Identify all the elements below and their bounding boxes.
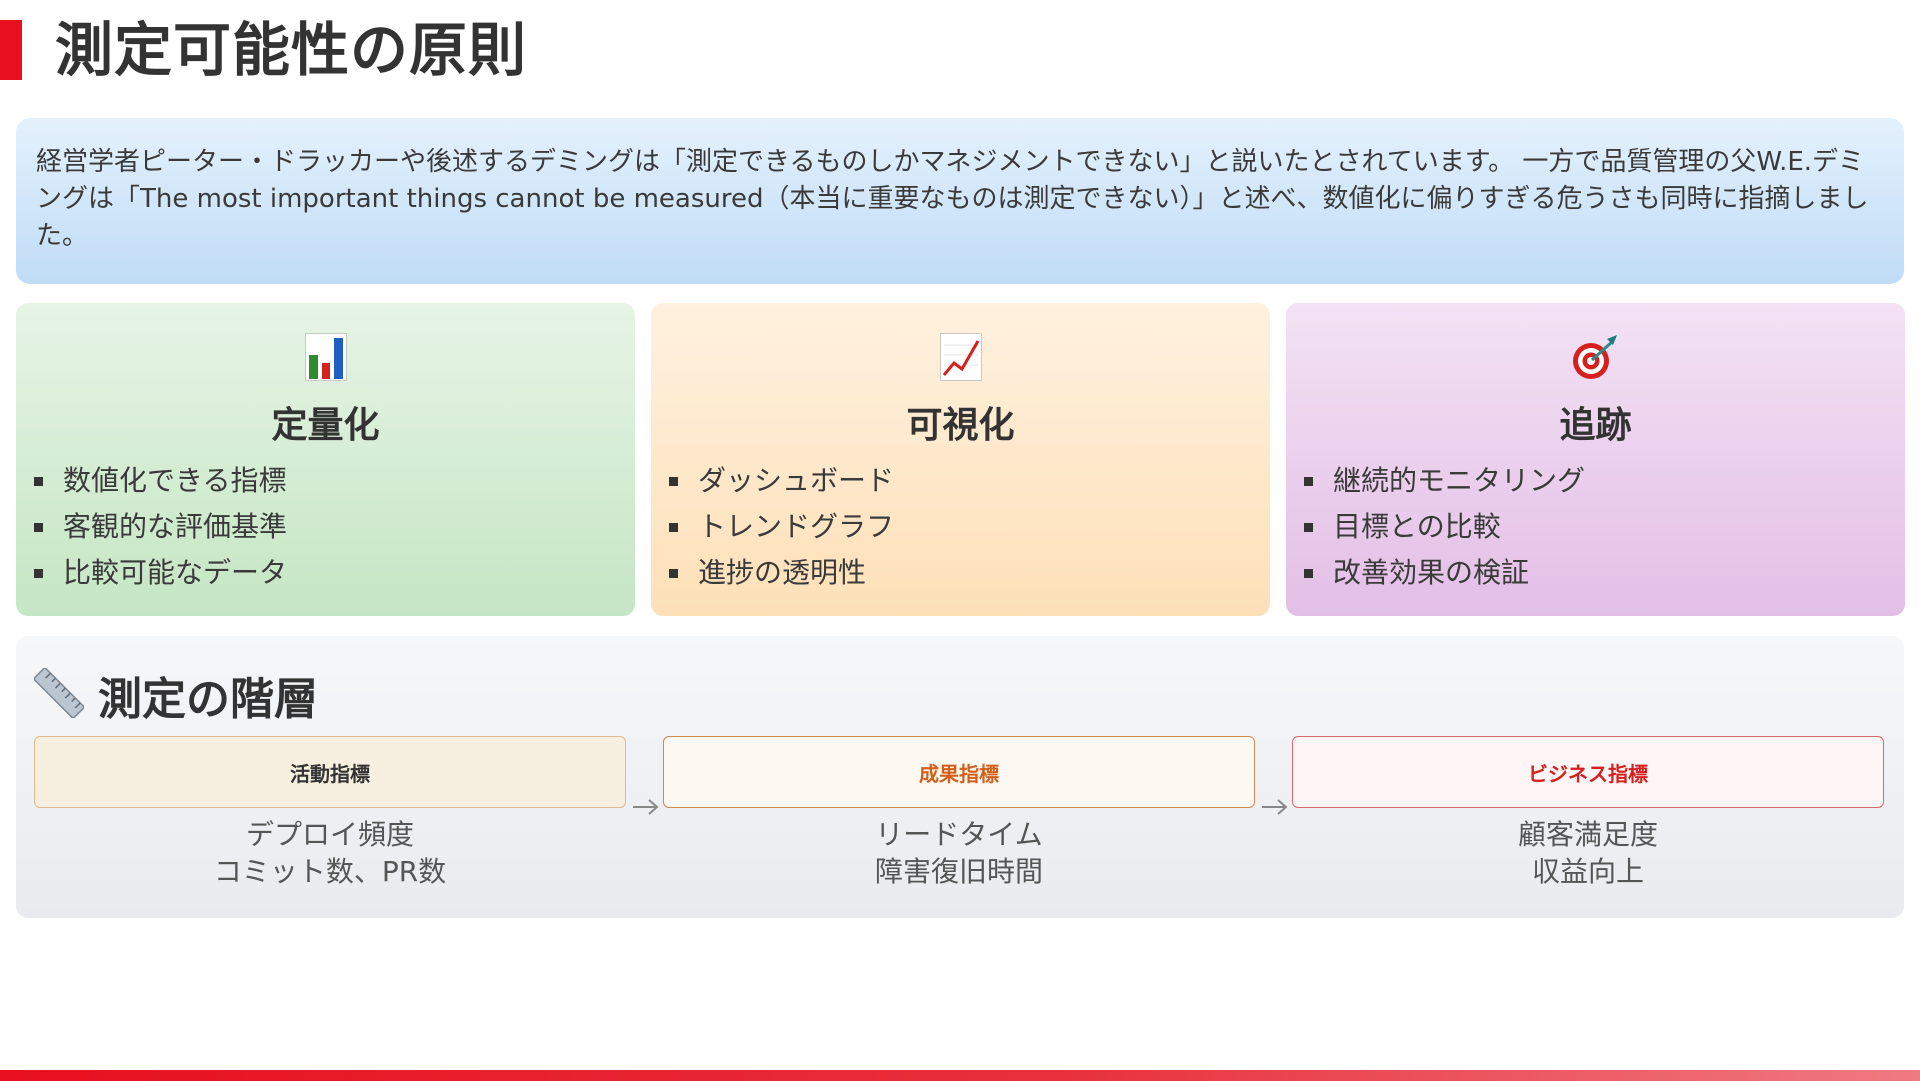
measurement-hierarchy: 測定の階層 活動指標 デプロイ頻度 コミット数、PR数 成果指標 リードタイム …: [16, 636, 1904, 918]
card-title: 追跡: [1559, 405, 1632, 446]
bullet-icon: [1304, 568, 1313, 578]
card-tracking: 追跡 継続的モニタリング 目標との比較 改善効果の検証: [1286, 303, 1905, 616]
hierarchy-title: 測定の階層: [98, 674, 318, 725]
list-item: トレンドグラフ: [669, 504, 894, 550]
bullet-icon: [1304, 522, 1313, 532]
card-quantification: 定量化 数値化できる指標 客観的な評価基準 比較可能なデータ: [16, 303, 635, 616]
level-label: 成果指標: [663, 736, 1255, 808]
level-label: 活動指標: [34, 736, 626, 808]
arrow-right-icon: [1260, 796, 1290, 818]
bullet-icon: [34, 476, 43, 486]
list-item: 数値化できる指標: [34, 458, 287, 504]
hierarchy-heading: 測定の階層: [33, 663, 318, 727]
card-title: 可視化: [906, 405, 1015, 446]
bar-chart-icon: [16, 325, 635, 389]
level-label: ビジネス指標: [1292, 736, 1884, 808]
ruler-icon: [33, 667, 85, 722]
level-description: 顧客満足度 収益向上: [1517, 818, 1658, 888]
arrow-right-icon: [631, 796, 661, 818]
list-item: 継続的モニタリング: [1304, 458, 1585, 504]
level-description: デプロイ頻度 コミット数、PR数: [213, 818, 447, 888]
intro-text: 経営学者ピーター・ドラッカーや後述するデミングは「測定できるものしかマネジメント…: [36, 147, 1869, 251]
list-item: 進捗の透明性: [669, 550, 894, 596]
bullet-icon: [34, 568, 43, 578]
target-icon: [1286, 325, 1905, 389]
card-list: 数値化できる指標 客観的な評価基準 比較可能なデータ: [34, 458, 287, 596]
list-item: 目標との比較: [1304, 504, 1585, 550]
list-item: 客観的な評価基準: [34, 504, 287, 550]
bullet-icon: [1304, 476, 1313, 486]
card-list: ダッシュボード トレンドグラフ 進捗の透明性: [669, 458, 894, 596]
bullet-icon: [669, 476, 678, 486]
list-item: 改善効果の検証: [1304, 550, 1585, 596]
intro-box: 経営学者ピーター・ドラッカーや後述するデミングは「測定できるものしかマネジメント…: [16, 118, 1904, 284]
footer-accent-line: [0, 1070, 1920, 1081]
bullet-icon: [669, 522, 678, 532]
card-list: 継続的モニタリング 目標との比較 改善効果の検証: [1304, 458, 1585, 596]
bullet-icon: [34, 522, 43, 532]
bullet-icon: [669, 568, 678, 578]
page-title: 測定可能性の原則: [55, 16, 528, 84]
level-description: リードタイム 障害復旧時間: [874, 818, 1043, 888]
level-outcome: 成果指標 リードタイム 障害復旧時間: [663, 736, 1255, 890]
level-business: ビジネス指標 顧客満足度 収益向上: [1292, 736, 1884, 890]
list-item: ダッシュボード: [669, 458, 894, 504]
list-item: 比較可能なデータ: [34, 550, 287, 596]
card-visualization: 可視化 ダッシュボード トレンドグラフ 進捗の透明性: [651, 303, 1270, 616]
card-title: 定量化: [271, 405, 380, 446]
title-accent-bar: [0, 20, 22, 80]
level-activity: 活動指標 デプロイ頻度 コミット数、PR数: [34, 736, 626, 890]
trend-chart-icon: [651, 325, 1270, 389]
